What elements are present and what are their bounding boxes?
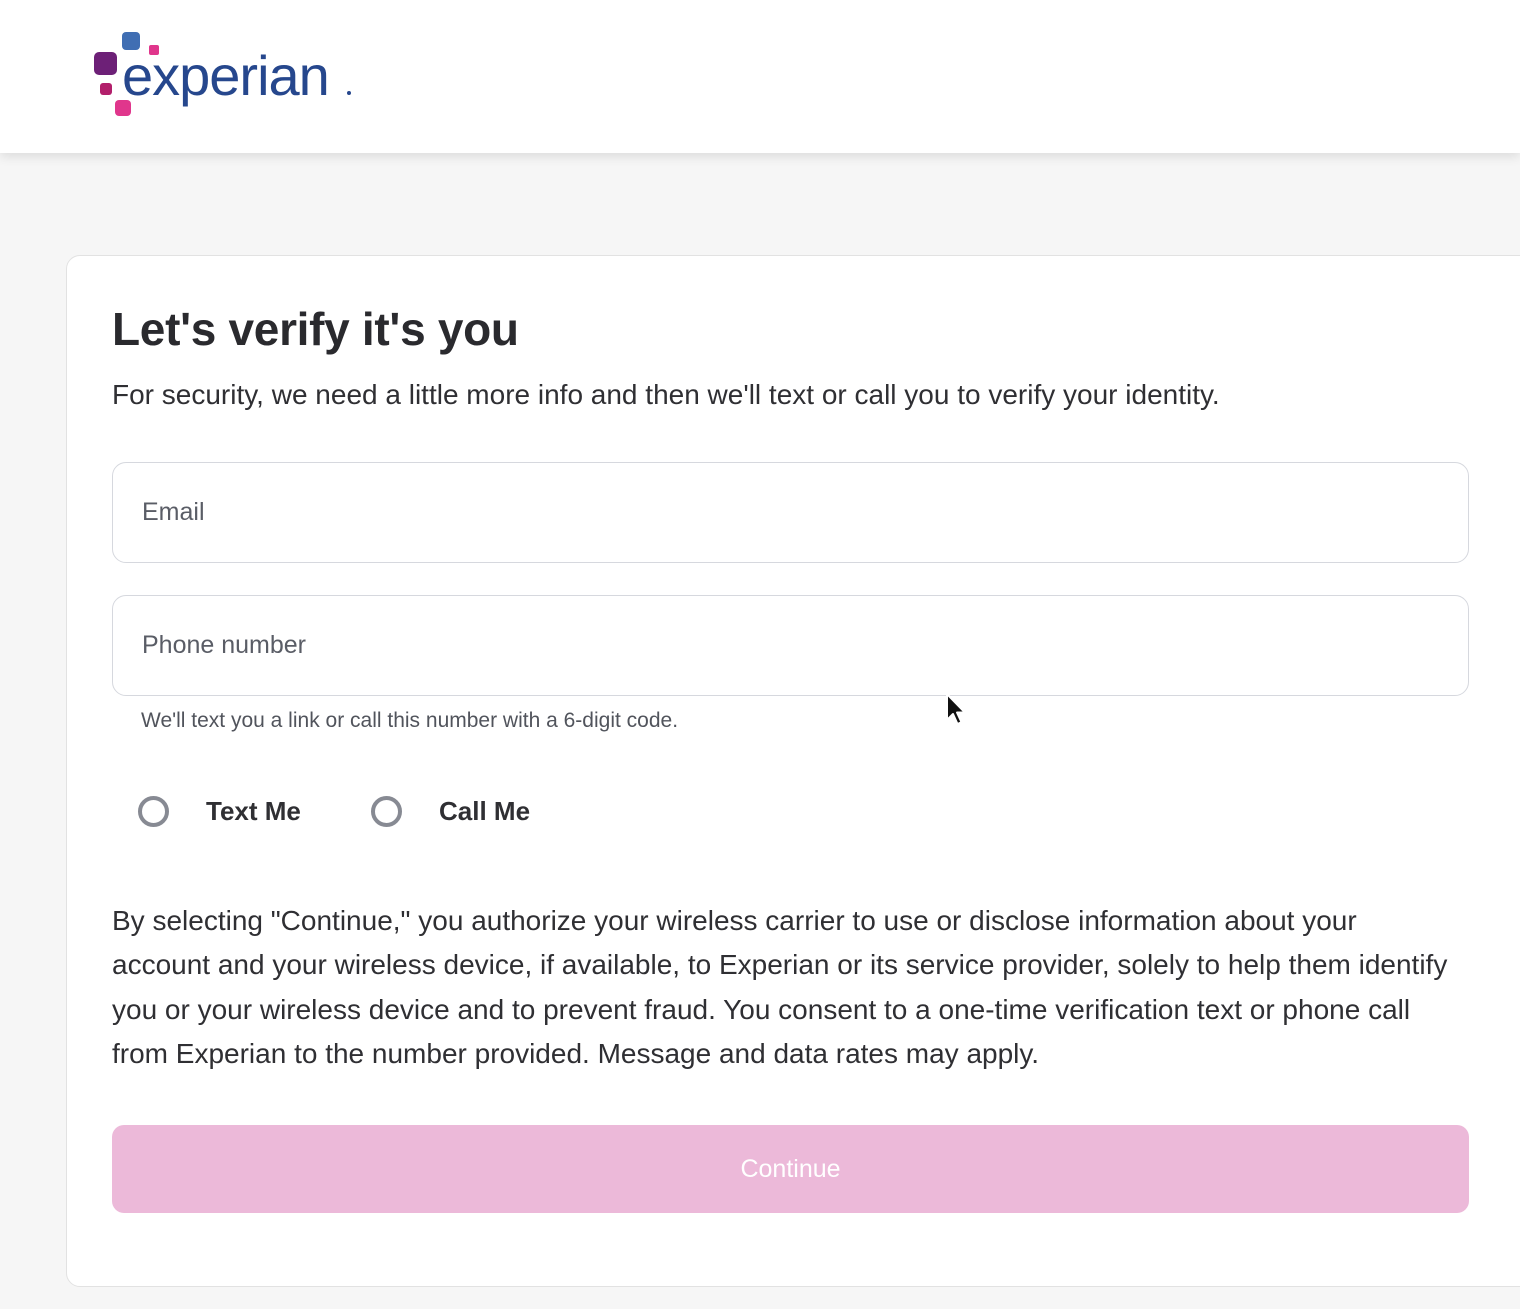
phone-input[interactable] xyxy=(142,596,1432,694)
continue-button[interactable]: Continue xyxy=(112,1125,1469,1213)
phone-field[interactable] xyxy=(112,595,1469,696)
radio-label-text-me[interactable]: Text Me xyxy=(206,796,301,827)
logo-square-maroon xyxy=(100,83,112,95)
radio-circle-text-me[interactable] xyxy=(138,795,169,827)
experian-logo[interactable]: experian xyxy=(92,30,362,122)
top-header: experian xyxy=(0,0,1520,153)
page-title: Let's verify it's you xyxy=(112,303,519,355)
radio-circle-call-me[interactable] xyxy=(371,795,402,827)
email-field[interactable] xyxy=(112,462,1469,563)
logo-square-purple xyxy=(94,52,117,75)
page-subtitle: For security, we need a little more info… xyxy=(112,379,1220,410)
logo-dot xyxy=(347,91,351,95)
email-input[interactable] xyxy=(142,463,1432,561)
phone-hint: We'll text you a link or call this numbe… xyxy=(141,709,679,732)
radio-text-me[interactable]: Text Me xyxy=(138,790,301,832)
consent-disclosure: By selecting "Continue," you authorize y… xyxy=(112,905,1448,1069)
mouse-pointer-icon xyxy=(946,693,966,725)
logo-wordmark: experian xyxy=(122,44,329,107)
radio-call-me[interactable]: Call Me xyxy=(371,790,530,832)
radio-label-call-me[interactable]: Call Me xyxy=(439,796,530,827)
